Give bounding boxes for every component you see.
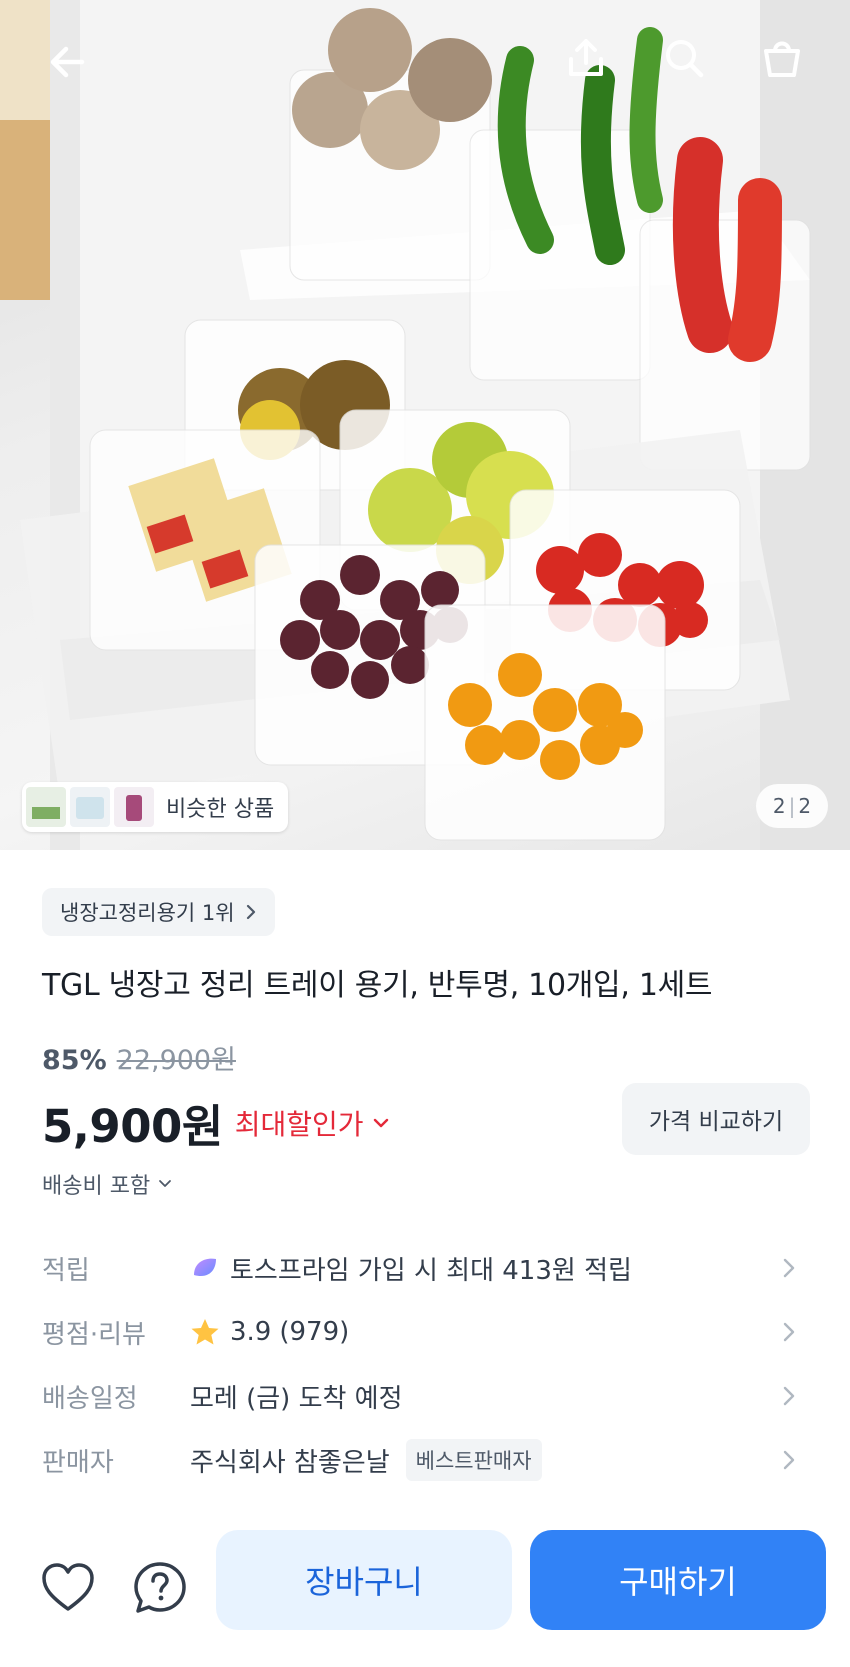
shopping-bag-icon: [764, 41, 800, 77]
back-button[interactable]: [36, 30, 100, 94]
like-button[interactable]: [38, 1558, 98, 1618]
toss-prime-icon: [194, 1258, 216, 1277]
page-indicator: 2 | 2: [756, 784, 828, 828]
buy-now-button[interactable]: 구매하기: [530, 1530, 826, 1630]
similar-thumbnail: [26, 787, 66, 827]
rating-review-row[interactable]: 평점·리뷰 3.9 (979): [0, 1302, 850, 1362]
points-value: 토스프라임 가입 시 최대 413원 적립: [190, 1250, 632, 1287]
chevron-right-icon: [783, 1450, 795, 1470]
question-button[interactable]: [130, 1558, 190, 1618]
cart-button[interactable]: [752, 28, 812, 88]
seller-name: 주식회사 참좋은날: [190, 1447, 390, 1478]
delivery-key: 배송일정: [42, 1383, 138, 1414]
chevron-right-icon: [246, 904, 255, 920]
compare-price-button[interactable]: 가격 비교하기: [622, 1083, 810, 1155]
similar-products-label: 비슷한 상품: [166, 797, 275, 822]
review-count: (979): [279, 1317, 350, 1347]
rank-badge-label: 냉장고정리용기 1위: [60, 901, 235, 925]
points-key: 적립: [42, 1255, 90, 1286]
add-to-cart-button[interactable]: 장바구니: [216, 1530, 512, 1630]
points-row[interactable]: 적립 토스프라임 가입 시 최대 413원 적립: [0, 1238, 850, 1298]
share-icon: [569, 39, 603, 76]
question-icon: [134, 1562, 186, 1613]
star-icon: [191, 1319, 219, 1345]
product-image-carousel[interactable]: 비슷한 상품 2 | 2: [0, 0, 850, 850]
discount-row: 85% 22,900원: [42, 1038, 236, 1077]
delivery-value: 모레 (금) 도착 예정: [190, 1383, 403, 1414]
best-seller-badge: 베스트판매자: [405, 1439, 542, 1481]
price-row: 5,900원 최대할인가: [42, 1090, 390, 1155]
discount-rate: 85%: [42, 1045, 107, 1076]
shipping-fee-label: 배송비 포함: [42, 1174, 151, 1199]
chevron-down-icon: [159, 1180, 172, 1187]
points-text: 토스프라임 가입 시 최대 413원 적립: [230, 1255, 632, 1286]
max-discount-toggle[interactable]: 최대할인가: [235, 1103, 390, 1143]
sale-price: 5,900원: [42, 1100, 223, 1153]
chevron-down-icon: [373, 1118, 388, 1127]
top-navigation-bar: [0, 0, 850, 120]
rating-value: 3.9 (979): [190, 1317, 349, 1347]
rating-score: 3.9: [230, 1317, 272, 1347]
search-button[interactable]: [654, 28, 714, 88]
category-rank-badge[interactable]: 냉장고정리용기 1위: [42, 888, 275, 936]
bottom-action-bar: 장바구니 구매하기: [0, 1510, 850, 1667]
heart-icon: [42, 1563, 94, 1611]
page-current: 2: [772, 794, 786, 818]
max-discount-label: 최대할인가: [234, 1107, 364, 1141]
arrow-left-icon: [50, 46, 85, 78]
page-separator: |: [788, 794, 796, 818]
delivery-schedule-row[interactable]: 배송일정 모레 (금) 도착 예정: [0, 1366, 850, 1426]
product-title: TGL 냉장고 정리 트레이 용기, 반투명, 10개입, 1세트: [42, 968, 713, 1003]
similar-thumbnail: [114, 787, 154, 827]
chevron-right-icon: [783, 1258, 795, 1278]
similar-products-chip[interactable]: 비슷한 상품: [22, 782, 289, 832]
original-price: 22,900원: [116, 1045, 236, 1076]
page-total: 2: [798, 794, 812, 818]
rating-key: 평점·리뷰: [42, 1319, 146, 1350]
chevron-right-icon: [783, 1386, 795, 1406]
share-button[interactable]: [556, 28, 616, 88]
seller-value: 주식회사 참좋은날 베스트판매자: [190, 1439, 542, 1481]
seller-row[interactable]: 판매자 주식회사 참좋은날 베스트판매자: [0, 1430, 850, 1490]
search-icon: [666, 40, 704, 78]
product-photo: [0, 0, 850, 850]
chevron-right-icon: [783, 1322, 795, 1342]
similar-thumbnail: [70, 787, 110, 827]
seller-key: 판매자: [42, 1447, 114, 1478]
shipping-fee-toggle[interactable]: 배송비 포함: [42, 1168, 172, 1200]
